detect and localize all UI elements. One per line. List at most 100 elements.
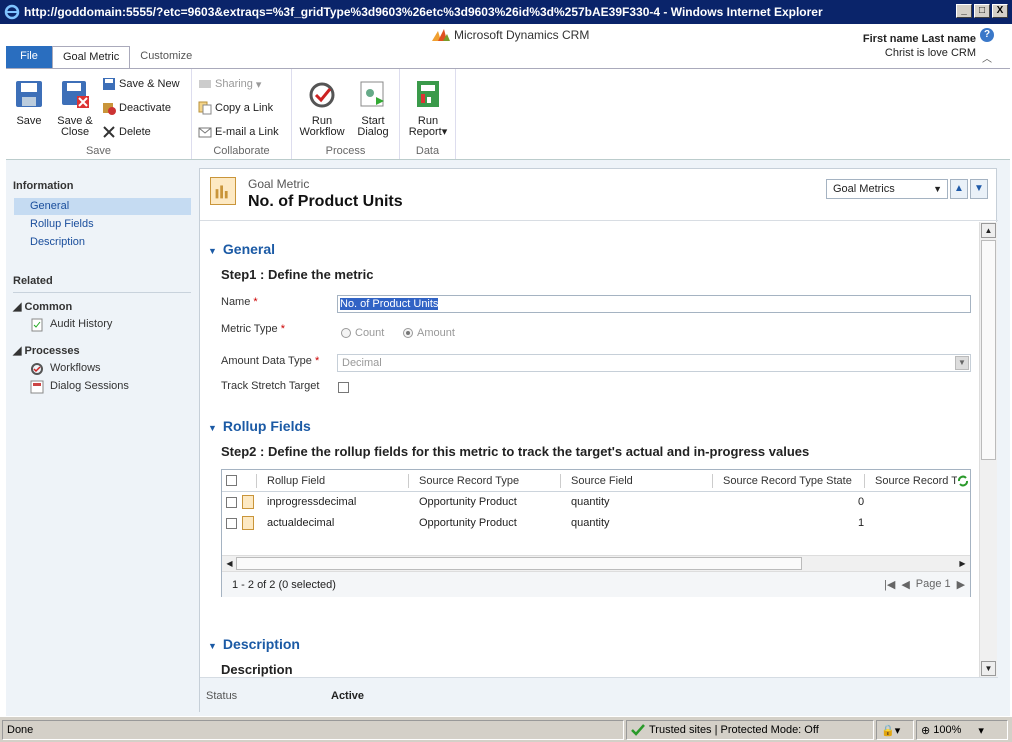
nav-item-dialog-sessions[interactable]: Dialog Sessions (30, 380, 129, 394)
security-zone[interactable]: Trusted sites | Protected Mode: Off (626, 720, 874, 740)
record-count: 1 - 2 of 2 (0 selected) (232, 579, 336, 591)
step2-heading: Step2 : Define the rollup fields for thi… (221, 444, 810, 459)
nav-item-workflows[interactable]: Workflows (30, 362, 101, 376)
column-header-source-record-t[interactable]: Source Record T (875, 475, 957, 487)
nav-related-heading: Related (13, 275, 53, 287)
nav-processes-heading[interactable]: ◢ Processes (13, 344, 80, 357)
ie-icon (4, 4, 20, 20)
help-icon[interactable]: ? (980, 28, 994, 42)
tab-goal-metric[interactable]: Goal Metric (52, 46, 131, 68)
refresh-icon[interactable] (957, 474, 969, 488)
previous-page-icon[interactable]: ◀ (901, 578, 909, 591)
nav-item-description[interactable]: Description (30, 236, 85, 248)
name-field[interactable]: No. of Product Units (337, 295, 971, 313)
collapse-ribbon-icon[interactable]: ︿ (982, 50, 992, 65)
email-link-icon (198, 127, 212, 138)
vertical-scrollbar[interactable]: ▲ ▼ (979, 222, 997, 677)
next-record-button[interactable]: ▼ (970, 179, 988, 199)
nav-common-heading[interactable]: ◢ Common (13, 300, 72, 313)
data-group: Run Report▾ Data (400, 69, 456, 159)
amount-data-type-select[interactable]: Decimal ▼ (337, 354, 971, 372)
sharing-button[interactable]: Sharing ▾ (198, 77, 261, 91)
radio-selected-icon (403, 328, 413, 338)
cell-state: 1 (858, 517, 865, 529)
delete-button[interactable]: Delete (102, 125, 151, 139)
form-status-area: Status Active (200, 677, 998, 713)
run-report-button[interactable]: Run Report▾ (404, 79, 452, 138)
scroll-up-icon[interactable]: ▲ (981, 223, 996, 238)
save-close-icon (62, 81, 89, 108)
table-row[interactable]: inprogressdecimal Opportunity Product qu… (222, 492, 970, 513)
save-button[interactable]: Save (6, 79, 52, 127)
horizontal-scrollbar[interactable]: ◀ ▶ (222, 555, 970, 571)
close-button[interactable]: X (992, 4, 1008, 18)
cell-source-field: quantity (571, 517, 610, 529)
column-header-source-field[interactable]: Source Field (571, 475, 633, 487)
copy-link-button[interactable]: Copy a Link (198, 101, 273, 115)
collapse-icon: ▼ (208, 423, 217, 433)
nav-item-rollup-fields[interactable]: Rollup Fields (30, 218, 94, 230)
rollup-fields-grid: Rollup Field Source Record Type Source F… (221, 469, 971, 597)
scroll-left-icon[interactable]: ◀ (223, 557, 236, 570)
chevron-down-icon: ▾ (441, 126, 448, 138)
collapse-icon: ▼ (208, 641, 217, 651)
nav-item-audit-history[interactable]: Audit History (30, 318, 112, 332)
description-subheading: Description (221, 662, 293, 677)
tab-file[interactable]: File (6, 46, 52, 68)
select-all-checkbox[interactable] (226, 475, 237, 486)
zoom-control[interactable]: ⊕ 100% ▾ (916, 720, 1008, 740)
deactivate-button[interactable]: Deactivate (102, 101, 171, 115)
column-header-source-record-type-state[interactable]: Source Record Type State (723, 475, 852, 487)
track-stretch-checkbox[interactable] (338, 382, 349, 393)
scroll-thumb[interactable] (981, 240, 996, 460)
save-new-button[interactable]: Save & New (102, 77, 180, 91)
run-workflow-button[interactable]: Run Workflow (298, 79, 346, 138)
section-general-header[interactable]: ▼ General (208, 241, 275, 257)
expand-icon: ◢ (13, 301, 25, 313)
metric-type-count-radio[interactable]: Count (341, 327, 384, 339)
collaborate-group-label: Collaborate (213, 145, 270, 157)
first-page-icon[interactable]: |◀ (884, 578, 895, 591)
protected-mode-icon[interactable]: 🔒▾ (876, 720, 914, 740)
rollup-field-icon (242, 516, 254, 530)
cell-source-record-type: Opportunity Product (419, 517, 517, 529)
record-title: No. of Product Units (248, 193, 403, 210)
grid-footer: 1 - 2 of 2 (0 selected) |◀ ◀ Page 1 ▶ (222, 571, 970, 597)
view-selector[interactable]: Goal Metrics ▼ (826, 179, 948, 199)
entity-type-label: Goal Metric (248, 177, 310, 191)
user-info[interactable]: First name Last name Christ is love CRM (863, 32, 976, 60)
email-link-button[interactable]: E-mail a Link (198, 125, 279, 139)
column-header-source-record-type[interactable]: Source Record Type (419, 475, 519, 487)
tab-customize[interactable]: Customize (130, 46, 202, 68)
collapse-icon: ▼ (208, 246, 217, 256)
maximize-button[interactable]: □ (974, 4, 990, 18)
chevron-down-icon: ▼ (933, 184, 942, 194)
start-dialog-icon (360, 81, 384, 107)
chevron-down-icon: ▾ (255, 78, 262, 91)
table-row[interactable]: actualdecimal Opportunity Product quanti… (222, 513, 970, 534)
status-done: Done (2, 720, 624, 740)
section-rollup-header[interactable]: ▼ Rollup Fields (208, 418, 311, 434)
row-checkbox[interactable] (226, 497, 237, 508)
column-header-rollup-field[interactable]: Rollup Field (267, 475, 325, 487)
collaborate-group: Sharing ▾ Copy a Link E-mail a Link Colla… (192, 69, 292, 159)
sharing-icon (199, 80, 211, 88)
zoom-icon: ⊕ (921, 725, 931, 737)
name-label: Name * (221, 296, 258, 308)
dialog-sessions-icon (30, 380, 44, 394)
scroll-right-icon[interactable]: ▶ (956, 557, 969, 570)
window-titlebar: http://goddomain:5555/?etc=9603&extraqs=… (0, 0, 1012, 24)
scroll-down-icon[interactable]: ▼ (981, 661, 996, 676)
start-dialog-button[interactable]: Start Dialog (350, 79, 396, 138)
minimize-button[interactable]: _ (956, 4, 972, 18)
row-checkbox[interactable] (226, 518, 237, 529)
scroll-thumb[interactable] (236, 557, 802, 570)
next-page-icon[interactable]: ▶ (957, 578, 965, 591)
save-close-button[interactable]: Save & Close (52, 79, 98, 138)
section-description-header[interactable]: ▼ Description (208, 636, 300, 652)
amount-data-type-label: Amount Data Type * (221, 355, 320, 367)
metric-type-amount-radio[interactable]: Amount (403, 327, 455, 339)
goal-metric-entity-icon (210, 177, 236, 205)
nav-item-general[interactable]: General (14, 198, 191, 215)
previous-record-button[interactable]: ▲ (950, 179, 968, 199)
